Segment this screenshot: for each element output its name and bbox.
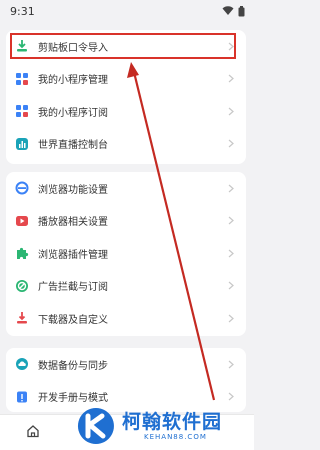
menu-item-mini-program-subscribe[interactable]: 我的小程序订阅 (6, 95, 246, 128)
menu-item-label: 我的小程序管理 (38, 75, 108, 87)
menu-item-label: 广告拦截与订阅 (38, 282, 108, 294)
dev-manual-icon (14, 389, 30, 405)
mini-program-subscribe-icon (14, 103, 30, 119)
cloud-backup-icon (14, 356, 30, 372)
chevron-right-icon (226, 183, 236, 193)
menu-card-2: 浏览器功能设置 播放器相关设置 浏览器插件管理 广告拦截与订阅 下载器及自定义 (6, 172, 246, 336)
menu-item-label: 我的小程序订阅 (38, 107, 108, 119)
chevron-right-icon (226, 313, 236, 323)
menu-item-browser-settings[interactable]: 浏览器功能设置 (6, 172, 246, 205)
watermark-url: KEHAN88.COM (144, 433, 207, 441)
menu-item-cloud-backup[interactable]: 数据备份与同步 (6, 348, 246, 381)
menu-item-label: 浏览器功能设置 (38, 184, 108, 196)
wifi-icon (222, 6, 234, 15)
watermark: 柯翰软件园 KEHAN88.COM (76, 404, 248, 448)
menu-item-label: 世界直播控制台 (38, 140, 108, 152)
menu-item-label: 开发手册与模式 (38, 393, 108, 405)
browser-settings-icon (14, 180, 30, 196)
chevron-right-icon (226, 359, 236, 369)
plugin-puzzle-icon (14, 245, 30, 261)
chevron-right-icon (226, 248, 236, 258)
chevron-right-icon (226, 106, 236, 116)
menu-item-live-console[interactable]: 世界直播控制台 (6, 128, 246, 161)
status-bar: 9:31 (0, 0, 254, 22)
menu-item-player-settings[interactable]: 播放器相关设置 (6, 205, 246, 238)
chevron-right-icon (226, 74, 236, 84)
chevron-right-icon (226, 216, 236, 226)
ad-block-icon (14, 278, 30, 294)
menu-item-ad-block[interactable]: 广告拦截与订阅 (6, 270, 246, 303)
status-icons (222, 5, 245, 17)
menu-item-downloader[interactable]: 下载器及自定义 (6, 302, 246, 335)
chevron-right-icon (226, 139, 236, 149)
menu-item-plugin-manage[interactable]: 浏览器插件管理 (6, 237, 246, 270)
menu-card-3: 数据备份与同步 开发手册与模式 (6, 348, 246, 412)
live-console-icon (14, 136, 30, 152)
watermark-title: 柯翰软件园 (122, 411, 223, 433)
downloader-icon (14, 310, 30, 326)
player-settings-icon (14, 213, 30, 229)
mini-program-manage-icon (14, 71, 30, 87)
menu-item-mini-program-manage[interactable]: 我的小程序管理 (6, 63, 246, 96)
menu-item-label: 浏览器插件管理 (38, 249, 108, 261)
menu-item-label: 下载器及自定义 (38, 314, 108, 326)
chevron-right-icon (226, 392, 236, 402)
highlight-box (10, 33, 236, 59)
watermark-logo (76, 406, 116, 446)
menu-item-label: 播放器相关设置 (38, 217, 108, 229)
status-time: 9:31 (10, 4, 35, 18)
battery-icon (238, 5, 245, 16)
menu-item-label: 数据备份与同步 (38, 360, 108, 372)
chevron-right-icon (226, 281, 236, 291)
home-icon[interactable] (26, 423, 40, 442)
